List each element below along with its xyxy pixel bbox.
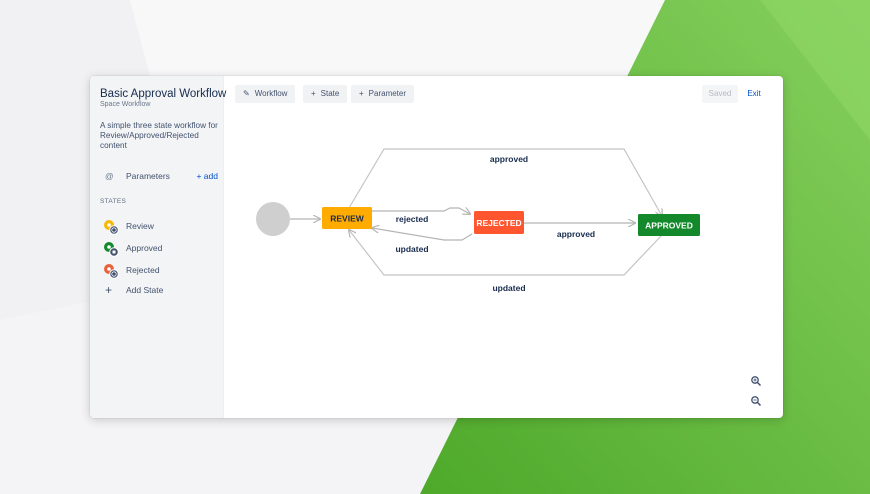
node-approved[interactable]: APPROVED (638, 214, 700, 236)
workflow-description: A simple three state workflow for Review… (100, 121, 218, 150)
workflow-subtitle: Space Workflow (100, 101, 151, 108)
add-state-label: Add State (126, 285, 164, 295)
zoom-in-icon[interactable] (750, 375, 762, 387)
states-heading: STATES (100, 198, 127, 205)
exit-button[interactable]: Exit (742, 85, 766, 103)
add-parameter-link[interactable]: + add (196, 171, 218, 181)
plus-icon: + (359, 89, 364, 98)
state-review-icon (104, 220, 119, 235)
sidebar-state-rejected[interactable]: Rejected (103, 263, 213, 279)
state-label: Rejected (126, 265, 160, 275)
state-label: Approved (126, 243, 163, 253)
edge-label-review-rejected: rejected (396, 214, 429, 224)
sidebar-state-review[interactable]: Review (103, 219, 213, 235)
edge-label-rejected-review: updated (395, 244, 428, 254)
node-approved-label: APPROVED (645, 221, 693, 231)
edge-label-approved-review: updated (492, 283, 525, 293)
pencil-icon: ✎ (243, 89, 250, 98)
parameters-row: @ Parameters + add (100, 171, 220, 185)
state-approved-icon (104, 242, 119, 257)
parameter-button-label: Parameter (368, 89, 407, 98)
plus-icon: + (105, 283, 113, 297)
add-state-toolbar-button[interactable]: + State (303, 85, 348, 103)
state-rejected-icon (104, 264, 119, 279)
saved-button[interactable]: Saved (702, 85, 738, 103)
state-button-label: State (320, 89, 340, 98)
at-icon: @ (105, 171, 114, 181)
node-rejected-label: REJECTED (476, 218, 521, 228)
workflow-button[interactable]: ✎ Workflow (235, 85, 296, 103)
workflow-editor-window: Basic Approval Workflow Space Workflow A… (90, 76, 783, 418)
state-label: Review (126, 221, 154, 231)
node-review-label: REVIEW (330, 214, 365, 224)
sidebar-state-approved[interactable]: Approved (103, 241, 213, 257)
edge-label-rejected-approved: approved (557, 229, 595, 239)
plus-icon: + (311, 89, 316, 98)
node-rejected[interactable]: REJECTED (474, 211, 524, 234)
workflow-button-label: Workflow (254, 89, 288, 98)
workflow-diagram: approved rejected updated approved updat… (256, 148, 700, 293)
node-review[interactable]: REVIEW (322, 207, 372, 229)
workflow-title: Basic Approval Workflow (100, 88, 227, 100)
sidebar: Basic Approval Workflow Space Workflow A… (90, 76, 227, 418)
start-node[interactable] (256, 202, 290, 236)
add-state-button[interactable]: + Add State (103, 283, 213, 299)
edge-label-review-approved: approved (490, 154, 528, 164)
edge-rejected-review[interactable] (372, 228, 473, 241)
add-parameter-toolbar-button[interactable]: + Parameter (351, 85, 415, 103)
parameters-label: Parameters (126, 171, 170, 181)
zoom-out-icon[interactable] (750, 395, 762, 407)
